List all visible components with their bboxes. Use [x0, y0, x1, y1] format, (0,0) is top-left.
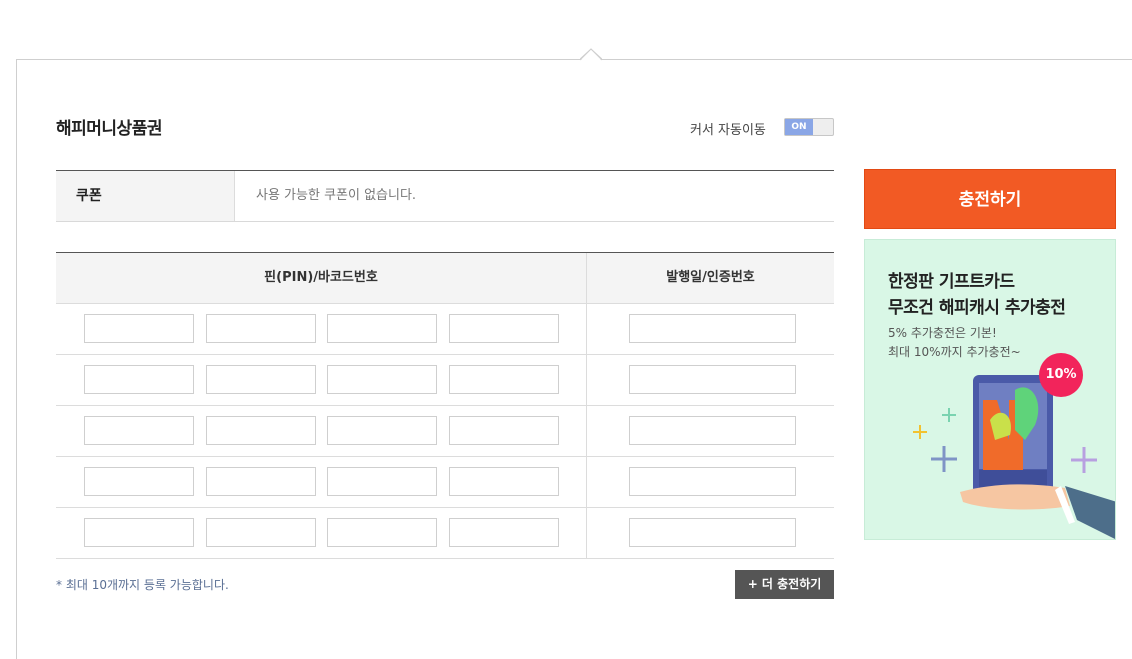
plus-icon — [931, 446, 957, 472]
gift-card-ad-banner[interactable]: 한정판 기프트카드 무조건 해피캐시 추가충전 5% 추가충전은 기본! 최대 … — [864, 239, 1116, 540]
pin-input-3[interactable] — [327, 314, 437, 343]
cursor-auto-move-label: 커서 자동이동 — [690, 123, 766, 138]
cursor-auto-move-toggle[interactable]: ON — [784, 118, 834, 136]
pin-input-3[interactable] — [327, 416, 437, 445]
column-divider — [586, 253, 587, 559]
charge-button[interactable]: 충전하기 — [864, 169, 1116, 229]
pin-input-4[interactable] — [449, 314, 559, 343]
panel-pointer-overlay — [580, 48, 602, 61]
pin-input-2[interactable] — [206, 416, 316, 445]
section-title: 해피머니상품권 — [56, 119, 162, 139]
issue-input[interactable] — [629, 467, 796, 496]
table-row — [56, 508, 834, 559]
pin-input-2[interactable] — [206, 467, 316, 496]
table-row — [56, 406, 834, 457]
issue-input[interactable] — [629, 518, 796, 547]
pin-input-4[interactable] — [449, 365, 559, 394]
pin-input-1[interactable] — [84, 416, 194, 445]
table-row — [56, 457, 834, 508]
pin-input-4[interactable] — [449, 416, 559, 445]
table-row — [56, 355, 834, 406]
plus-icon — [1071, 447, 1097, 473]
plus-icon — [913, 425, 927, 439]
issue-column-header: 발행일/인증번호 — [666, 270, 755, 285]
coupon-label: 쿠폰 — [56, 171, 235, 221]
gift-card-illustration — [913, 375, 1115, 539]
pin-input-1[interactable] — [84, 365, 194, 394]
pin-input-table: 핀(PIN)/바코드번호 발행일/인증번호 — [56, 252, 834, 559]
plus-icon — [942, 408, 956, 422]
coupon-value: 사용 가능한 쿠폰이 없습니다. — [256, 188, 417, 203]
pin-input-3[interactable] — [327, 365, 437, 394]
pin-column-header: 핀(PIN)/바코드번호 — [264, 270, 378, 285]
table-header: 핀(PIN)/바코드번호 발행일/인증번호 — [56, 253, 834, 304]
pin-input-1[interactable] — [84, 467, 194, 496]
pin-input-4[interactable] — [449, 518, 559, 547]
pin-input-3[interactable] — [327, 518, 437, 547]
pin-input-1[interactable] — [84, 518, 194, 547]
coupon-row: 쿠폰 사용 가능한 쿠폰이 없습니다. — [56, 170, 834, 222]
issue-input[interactable] — [629, 314, 796, 343]
add-more-button[interactable]: + 더 충전하기 — [735, 570, 834, 599]
discount-badge: 10% — [1039, 353, 1083, 397]
table-row — [56, 304, 834, 355]
issue-input[interactable] — [629, 416, 796, 445]
pin-input-4[interactable] — [449, 467, 559, 496]
toggle-on-indicator: ON — [785, 119, 813, 135]
pin-input-1[interactable] — [84, 314, 194, 343]
max-registration-note: * 최대 10개까지 등록 가능합니다. — [56, 578, 229, 592]
pin-input-3[interactable] — [327, 467, 437, 496]
pin-input-2[interactable] — [206, 518, 316, 547]
pin-input-2[interactable] — [206, 365, 316, 394]
pin-input-2[interactable] — [206, 314, 316, 343]
issue-input[interactable] — [629, 365, 796, 394]
